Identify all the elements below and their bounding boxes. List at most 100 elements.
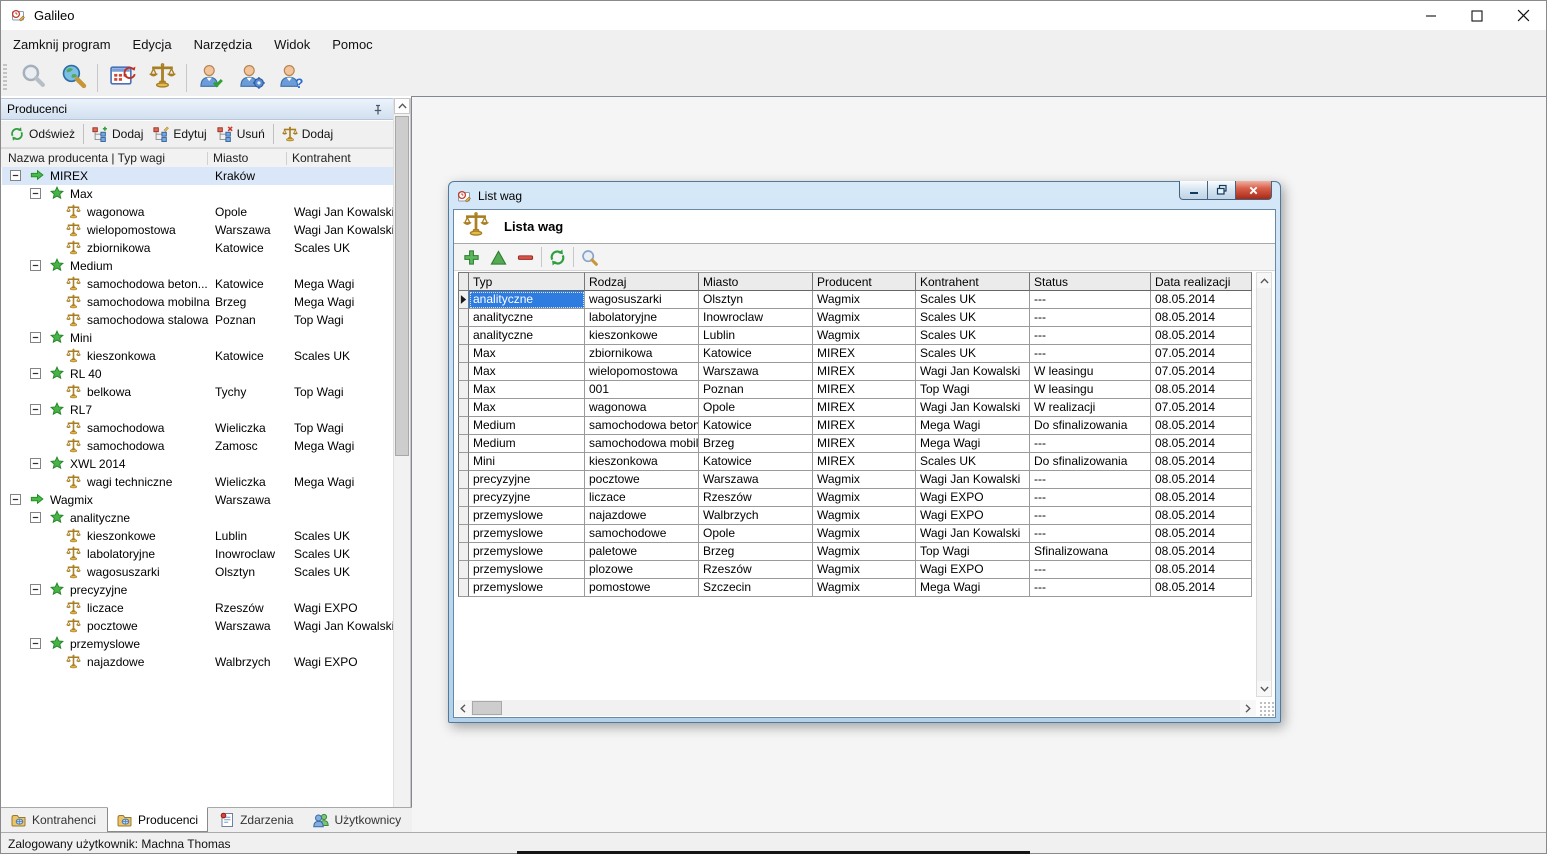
grid-cell[interactable]: 08.05.2014 bbox=[1151, 417, 1252, 435]
scroll-thumb[interactable] bbox=[395, 116, 409, 456]
tree-row[interactable]: pocztoweWarszawaWagi Jan Kowalski bbox=[2, 617, 393, 635]
scroll-down-button[interactable] bbox=[1257, 681, 1271, 696]
grid-cell[interactable]: Wagmix bbox=[813, 489, 916, 507]
tree-row[interactable]: RL 40 bbox=[2, 365, 393, 383]
expander-icon[interactable] bbox=[30, 260, 41, 271]
grid-cell[interactable]: Katowice bbox=[699, 345, 813, 363]
tree-row[interactable]: WagmixWarszawa bbox=[2, 491, 393, 509]
grid-cell[interactable]: --- bbox=[1030, 291, 1151, 309]
grid-cell[interactable]: MIREX bbox=[813, 417, 916, 435]
grid-cell[interactable]: Poznan bbox=[699, 381, 813, 399]
menu-item-pomoc[interactable]: Pomoc bbox=[321, 32, 383, 57]
menu-item-edycja[interactable]: Edycja bbox=[122, 32, 183, 57]
grid-cell[interactable]: 07.05.2014 bbox=[1151, 399, 1252, 417]
grid-cell[interactable]: precyzyjne bbox=[469, 471, 585, 489]
grid-cell[interactable]: Warszawa bbox=[699, 363, 813, 381]
grid-cell[interactable]: Rzeszów bbox=[699, 561, 813, 579]
grid-row-indicator[interactable] bbox=[458, 507, 469, 525]
grid-row-indicator[interactable] bbox=[458, 525, 469, 543]
grid-cell[interactable]: 08.05.2014 bbox=[1151, 381, 1252, 399]
grid-cell[interactable]: Wagi Jan Kowalski bbox=[916, 363, 1030, 381]
grid-column-header[interactable]: Typ bbox=[469, 272, 585, 291]
grid-column-header[interactable]: Kontrahent bbox=[916, 272, 1030, 291]
scales-button[interactable] bbox=[142, 61, 182, 95]
grid-cell[interactable]: samochodowa mobilna bbox=[585, 435, 699, 453]
expander-icon[interactable] bbox=[30, 332, 41, 343]
grid-cell[interactable]: Wagmix bbox=[813, 507, 916, 525]
tree-column-1[interactable]: Miasto bbox=[213, 149, 248, 168]
grid-cell[interactable]: 08.05.2014 bbox=[1151, 507, 1252, 525]
grid-row-indicator[interactable] bbox=[458, 291, 469, 309]
tree-row[interactable]: samochodowa stalowaPoznanTop Wagi bbox=[2, 311, 393, 329]
tree-row[interactable]: kieszonkowaKatowiceScales UK bbox=[2, 347, 393, 365]
grid-cell[interactable]: Wagi EXPO bbox=[916, 561, 1030, 579]
grid-cell[interactable]: Do sfinalizowania bbox=[1030, 453, 1151, 471]
grid-cell[interactable]: kieszonkowa bbox=[585, 453, 699, 471]
grid-cell[interactable]: Opole bbox=[699, 525, 813, 543]
child-close-button[interactable] bbox=[1235, 181, 1272, 200]
grid-row-indicator[interactable] bbox=[458, 399, 469, 417]
grid-cell[interactable]: 07.05.2014 bbox=[1151, 345, 1252, 363]
grid-cell[interactable]: 07.05.2014 bbox=[1151, 363, 1252, 381]
scroll-thumb[interactable] bbox=[472, 701, 502, 715]
grid-column-header[interactable]: Data realizacji bbox=[1151, 272, 1252, 291]
refresh-button[interactable]: Odśwież bbox=[4, 123, 80, 145]
grid-cell[interactable]: Wagmix bbox=[813, 291, 916, 309]
grid-cell[interactable]: Wagmix bbox=[813, 579, 916, 597]
tree-row[interactable]: samochodowaZamoscMega Wagi bbox=[2, 437, 393, 455]
grid-cell[interactable]: --- bbox=[1030, 579, 1151, 597]
tree-row[interactable]: labolatoryjneInowroclawScales UK bbox=[2, 545, 393, 563]
user-check-button[interactable] bbox=[191, 61, 231, 95]
grid-cell[interactable]: 08.05.2014 bbox=[1151, 543, 1252, 561]
grid-cell[interactable]: MIREX bbox=[813, 435, 916, 453]
grid-cell[interactable]: --- bbox=[1030, 309, 1151, 327]
tree-row[interactable]: Medium bbox=[2, 257, 393, 275]
grid-cell[interactable]: Scales UK bbox=[916, 345, 1030, 363]
grid-cell[interactable]: Sfinalizowana bbox=[1030, 543, 1151, 561]
tree-row[interactable]: liczaceRzeszówWagi EXPO bbox=[2, 599, 393, 617]
add-button[interactable] bbox=[458, 245, 485, 269]
search-global-button[interactable] bbox=[53, 61, 93, 95]
tree-row[interactable]: samochodowa mobilnaBrzegMega Wagi bbox=[2, 293, 393, 311]
grid-cell[interactable]: --- bbox=[1030, 471, 1151, 489]
expander-icon[interactable] bbox=[10, 494, 21, 505]
grid-cell[interactable]: Wagmix bbox=[813, 471, 916, 489]
grid-cell[interactable]: Szczecin bbox=[699, 579, 813, 597]
grid-cell[interactable]: Lublin bbox=[699, 327, 813, 345]
grid-cell[interactable]: --- bbox=[1030, 525, 1151, 543]
grid-cell[interactable]: 08.05.2014 bbox=[1151, 489, 1252, 507]
grid-row-indicator[interactable] bbox=[458, 561, 469, 579]
tree-row[interactable]: XWL 2014 bbox=[2, 455, 393, 473]
close-button[interactable] bbox=[1500, 1, 1546, 30]
grid-cell[interactable]: 08.05.2014 bbox=[1151, 471, 1252, 489]
grid-cell[interactable]: wagosuszarki bbox=[585, 291, 699, 309]
grid-cell[interactable]: Rzeszów bbox=[699, 489, 813, 507]
expander-icon[interactable] bbox=[10, 170, 21, 181]
grid-cell[interactable]: przemyslowe bbox=[469, 525, 585, 543]
grid-cell[interactable]: MIREX bbox=[813, 345, 916, 363]
calendar-button[interactable] bbox=[102, 61, 142, 95]
scroll-right-button[interactable] bbox=[1240, 700, 1256, 716]
grid-cell[interactable]: Scales UK bbox=[916, 309, 1030, 327]
grid-cell[interactable]: Mini bbox=[469, 453, 585, 471]
grid-cell[interactable]: MIREX bbox=[813, 399, 916, 417]
dock-tab-kontrahenci[interactable]: Kontrahenci bbox=[2, 808, 105, 832]
grid-column-header[interactable]: Status bbox=[1030, 272, 1151, 291]
menu-item-zamknij-program[interactable]: Zamknij program bbox=[2, 32, 122, 57]
tree-row[interactable]: RL7 bbox=[2, 401, 393, 419]
grid-cell[interactable]: Max bbox=[469, 363, 585, 381]
grid-cell[interactable]: przemyslowe bbox=[469, 561, 585, 579]
grid-cell[interactable]: Max bbox=[469, 381, 585, 399]
grid-cell[interactable]: --- bbox=[1030, 561, 1151, 579]
tree-row[interactable]: MIREXKraków bbox=[2, 167, 393, 185]
grid-row-indicator[interactable] bbox=[458, 327, 469, 345]
grid-cell[interactable]: W realizacji bbox=[1030, 399, 1151, 417]
delete-button[interactable]: Usuń bbox=[212, 123, 270, 145]
edit-button[interactable]: Edytuj bbox=[148, 123, 211, 145]
grid-cell[interactable]: analityczne bbox=[469, 309, 585, 327]
child-minimize-button[interactable] bbox=[1179, 181, 1208, 200]
grid-cell[interactable]: Medium bbox=[469, 435, 585, 453]
scroll-up-button[interactable] bbox=[394, 98, 410, 114]
grid-row-indicator[interactable] bbox=[458, 381, 469, 399]
grid-cell[interactable]: --- bbox=[1030, 327, 1151, 345]
